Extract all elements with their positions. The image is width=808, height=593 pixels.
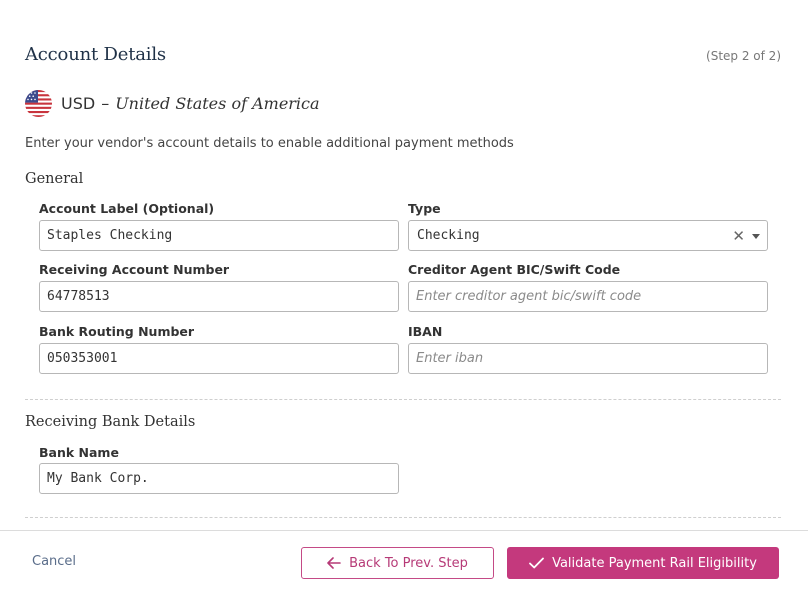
intro-text: Enter your vendor's account details to e… xyxy=(25,136,514,151)
creditor-bic-label: Creditor Agent BIC/Swift Code xyxy=(408,262,621,277)
bank-name-input[interactable] xyxy=(39,463,399,494)
chevron-down-icon[interactable] xyxy=(752,234,760,239)
cancel-button[interactable]: Cancel xyxy=(32,554,76,569)
clear-icon[interactable]: ✕ xyxy=(732,227,745,245)
section-divider xyxy=(25,517,781,518)
currency-separator: – xyxy=(101,93,110,113)
bank-name-label: Bank Name xyxy=(39,445,119,460)
section-title-receiving-bank: Receiving Bank Details xyxy=(25,414,196,430)
validate-button-label: Validate Payment Rail Eligibility xyxy=(552,555,757,571)
type-label: Type xyxy=(408,201,441,216)
page-title: Account Details xyxy=(25,44,166,65)
bank-routing-number-input[interactable] xyxy=(39,343,399,374)
currency-country: United States of America xyxy=(115,93,320,113)
validate-button[interactable]: Validate Payment Rail Eligibility xyxy=(507,547,779,579)
iban-input[interactable] xyxy=(408,343,768,374)
account-label-input[interactable] xyxy=(39,220,399,251)
receiving-account-number-input[interactable] xyxy=(39,281,399,312)
currency-code: USD xyxy=(61,93,96,113)
section-title-general: General xyxy=(25,171,84,187)
creditor-bic-input[interactable] xyxy=(408,281,768,312)
footer-divider xyxy=(0,530,808,531)
section-divider xyxy=(25,399,781,400)
bank-routing-number-label: Bank Routing Number xyxy=(39,324,195,339)
account-details-dialog: Account Details (Step 2 of 2) USD – Unit… xyxy=(0,0,808,593)
receiving-account-number-label: Receiving Account Number xyxy=(39,262,230,277)
back-button-label: Back To Prev. Step xyxy=(349,555,468,571)
account-label-label: Account Label (Optional) xyxy=(39,201,215,216)
step-indicator: (Step 2 of 2) xyxy=(706,49,781,63)
arrow-left-icon xyxy=(327,557,341,569)
type-select-value: Checking xyxy=(417,228,480,243)
check-icon xyxy=(529,557,544,569)
currency-row: USD – United States of America xyxy=(25,89,320,117)
iban-label: IBAN xyxy=(408,324,443,339)
type-select[interactable]: Checking ✕ xyxy=(408,220,768,251)
us-flag-icon xyxy=(25,89,52,117)
back-button[interactable]: Back To Prev. Step xyxy=(301,547,494,579)
